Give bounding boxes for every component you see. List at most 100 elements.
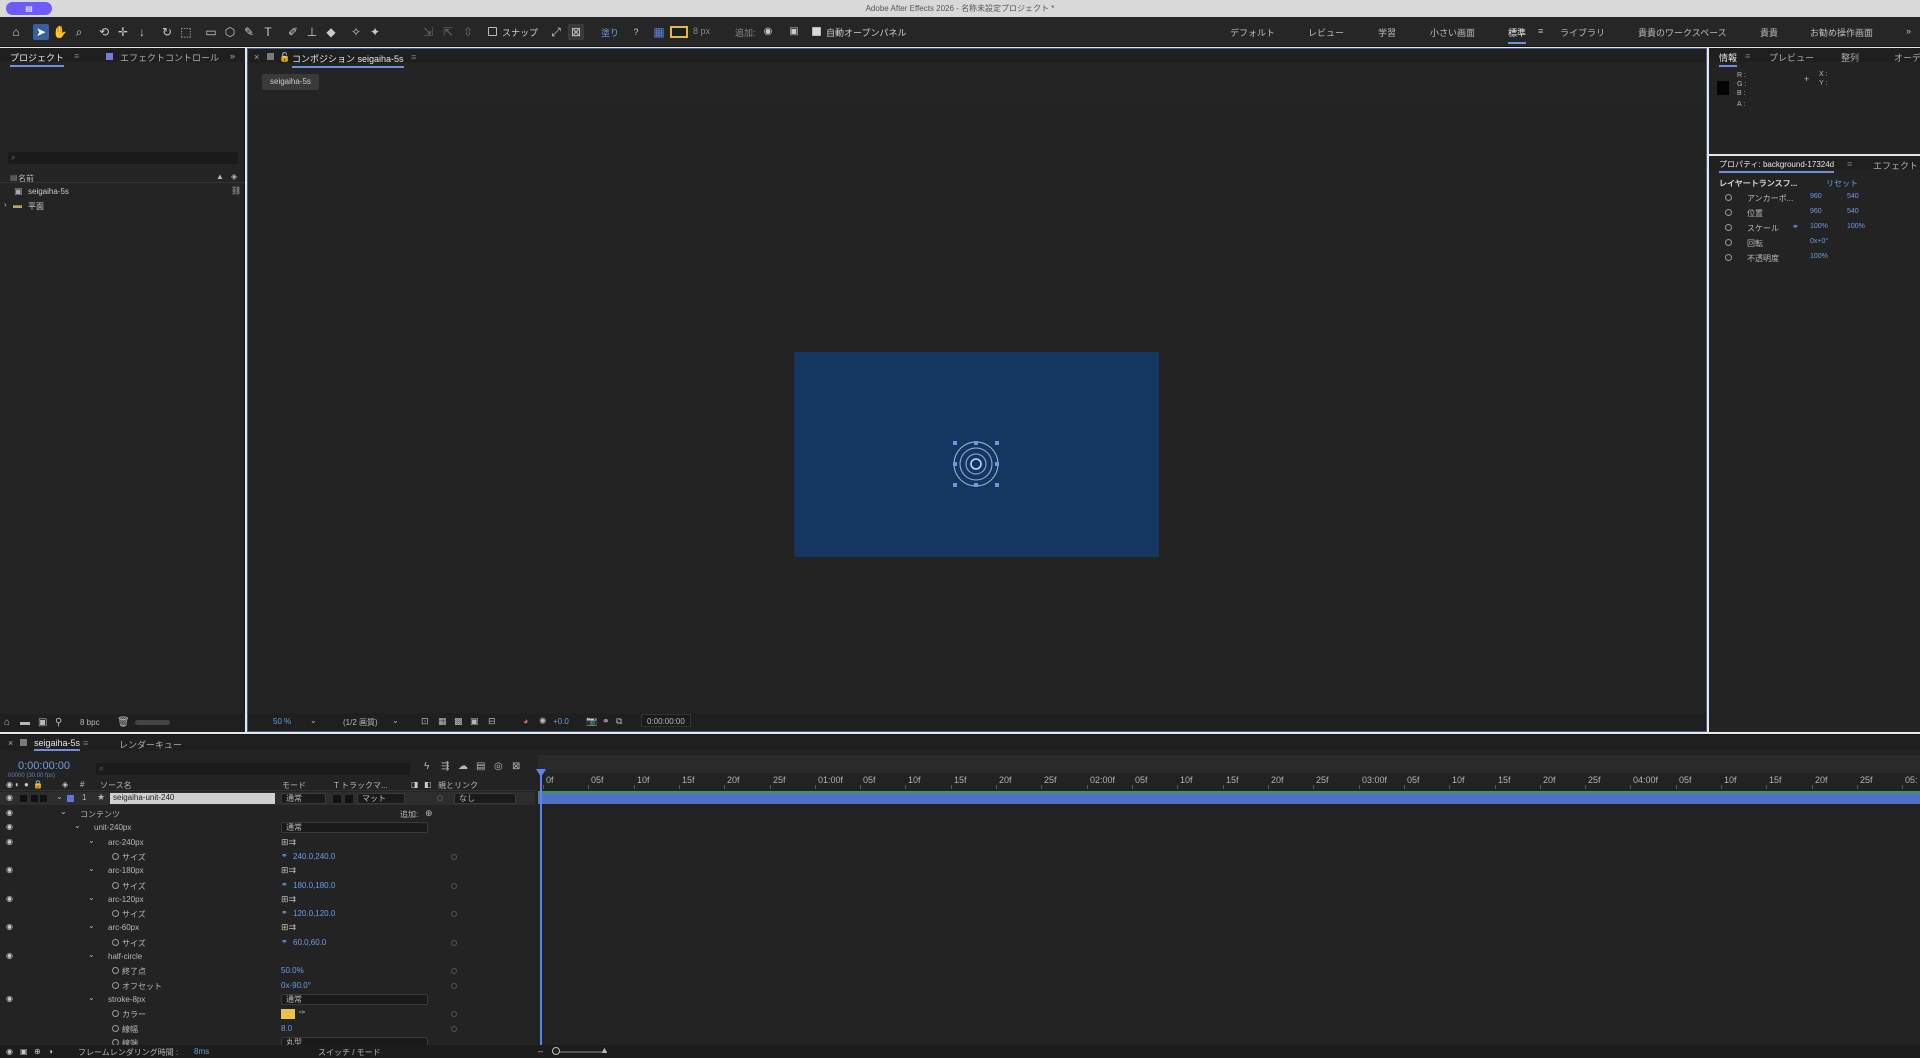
pen-tool-icon[interactable]: ✎ [241, 24, 257, 40]
solo-toggle[interactable] [31, 795, 38, 802]
transparency-grid-icon[interactable]: ▦ [438, 716, 447, 727]
stopwatch-icon[interactable] [1725, 209, 1732, 216]
pick-whip-icon[interactable] [451, 940, 457, 946]
eye-icon[interactable]: ◉ [6, 894, 13, 903]
align-z-icon[interactable]: ⇳ [460, 24, 476, 40]
render-icon[interactable]: ◉ [6, 1047, 13, 1056]
property-row[interactable]: ◉ ⌄ arc-180px ⊞⇉ [0, 864, 535, 878]
layer-transform-heading[interactable]: レイヤートランスフ... [1719, 178, 1797, 189]
layer-duration-bar[interactable] [538, 791, 1920, 804]
pick-whip-icon[interactable] [437, 795, 443, 801]
tab-preview[interactable]: プレビュー [1769, 51, 1814, 64]
pan-camera-icon[interactable]: ✛ [115, 24, 131, 40]
col-track-matte[interactable]: T トラックマ... [334, 780, 388, 791]
stopwatch-icon[interactable] [1725, 224, 1732, 231]
link-icon[interactable]: ⚭ [281, 880, 288, 889]
comp-viewer[interactable] [248, 97, 1706, 713]
home-icon[interactable]: ⌂ [8, 24, 24, 40]
workspace-overflow-icon[interactable]: » [1906, 26, 1911, 36]
stroke-color-swatch[interactable] [670, 26, 688, 38]
workspace-learn[interactable]: 学習 [1378, 26, 1396, 39]
tab-align[interactable]: 整列 [1841, 51, 1859, 64]
pan-behind-icon[interactable]: ⬚ [178, 24, 194, 40]
tab-info[interactable]: 情報 [1719, 51, 1738, 67]
shape-3d-icon[interactable]: ⬡ [222, 24, 238, 40]
tab-audio[interactable]: オーデ [1894, 51, 1920, 64]
pick-whip-icon[interactable] [451, 854, 457, 860]
tab-timeline-comp[interactable]: seigaiha-5s [34, 738, 81, 751]
frame-blending-icon[interactable]: ▤ [476, 761, 485, 772]
puppet-pin-icon[interactable]: ✦ [367, 24, 383, 40]
zoom-tool-icon[interactable]: ⌕ [71, 24, 87, 40]
property-row[interactable]: サイズ ⚭ 180.0,180.0 [0, 879, 535, 893]
chevron-down-icon[interactable]: ⌄ [88, 993, 95, 1002]
property-value[interactable]: 540 [1847, 193, 1859, 200]
pick-whip-icon[interactable] [451, 911, 457, 917]
zoom-out-icon[interactable]: – [538, 1046, 543, 1056]
pick-whip-icon[interactable] [451, 883, 457, 889]
clone-stamp-icon[interactable]: ⊥ [304, 24, 320, 40]
workspace-standard[interactable]: 標準 [1508, 26, 1527, 44]
tab-menu-icon[interactable]: ≡ [1745, 51, 1750, 61]
trash-icon[interactable]: 🗑 [117, 717, 130, 728]
add-property-icon[interactable]: ⊕ [425, 808, 433, 819]
property-row[interactable]: ◉ ⌄ arc-240px ⊞⇉ [0, 836, 535, 850]
zoom-in-icon[interactable]: ▲ [600, 1045, 609, 1055]
parent-select[interactable]: なし [454, 793, 516, 804]
link-icon[interactable]: ⚭ [281, 908, 288, 917]
sort-up-icon[interactable]: ▲ [216, 172, 224, 181]
chevron-down-icon[interactable]: ⌄ [88, 864, 95, 873]
fast-preview-icon[interactable]: ⧉ [616, 716, 622, 727]
exposure-value[interactable]: +0.0 [553, 717, 569, 726]
list-item[interactable]: › ▬ 平面 [0, 200, 245, 213]
property-value[interactable]: 100% [1810, 253, 1828, 260]
workspace-libraries[interactable]: ライブラリ [1560, 26, 1605, 39]
col-parent-link[interactable]: 親とリンク [438, 780, 478, 791]
auto-open-panel-checkbox[interactable] [812, 27, 821, 36]
chevron-down-icon[interactable]: ⌄ [56, 792, 63, 801]
tag-icon[interactable]: ◈ [231, 172, 237, 181]
views-icon[interactable]: ⊟ [488, 716, 496, 727]
property-value[interactable]: 60.0,60.0 [293, 938, 326, 947]
project-search-input[interactable]: ⌕ [8, 152, 238, 164]
resolution-select[interactable]: (1/2 画質) [343, 717, 378, 728]
bpc-label[interactable]: 8 bpc [80, 718, 100, 727]
matte-source-toggle[interactable] [345, 795, 353, 803]
stopwatch-icon[interactable] [1725, 239, 1732, 246]
tab-properties[interactable]: プロパティ: background-17324d [1719, 159, 1835, 173]
flowchart-icon[interactable]: ⛓ [231, 186, 241, 195]
stopwatch-icon[interactable] [112, 853, 119, 860]
layer-label-color[interactable] [67, 795, 74, 802]
region-of-interest-icon[interactable]: ⊡ [421, 716, 429, 727]
tab-render-queue[interactable]: レンダーキュー [119, 738, 182, 751]
property-value[interactable]: 180.0,180.0 [293, 881, 335, 890]
chevron-down-icon[interactable]: ⌄ [88, 921, 95, 930]
hide-shy-icon[interactable]: ☁ [458, 761, 468, 772]
new-comp-icon[interactable]: ▣ [38, 717, 47, 728]
lock-toggle[interactable] [40, 795, 47, 802]
layer-number-icon[interactable]: # [80, 780, 84, 789]
property-row[interactable]: 終了点 50.0% [0, 964, 535, 978]
blend-mode-select[interactable]: 通常 [281, 994, 428, 1005]
link-icon[interactable]: ⚭ [281, 937, 288, 946]
modes-toggle-icon[interactable]: ⊕ [34, 1047, 41, 1056]
eyedropper-icon[interactable]: ✑ [299, 1008, 306, 1017]
align-y-icon[interactable]: ⇱ [440, 24, 456, 40]
stopwatch-icon[interactable] [112, 982, 119, 989]
tab-menu-icon[interactable]: ≡ [83, 738, 88, 748]
selection-tool-icon[interactable]: ➤ [33, 24, 49, 40]
eye-icon[interactable]: ◉ [6, 865, 13, 874]
layer-row[interactable]: ◉ ⌄ 1 ★ seigaiha-unit-240 通常 マット なし [0, 792, 535, 805]
zoom-select[interactable]: 50 % [273, 717, 291, 726]
property-value[interactable]: 540 [1847, 208, 1859, 215]
snap-feature-icon[interactable]: ⊠ [568, 24, 584, 40]
audio-toggle[interactable] [20, 795, 27, 802]
workspace-default[interactable]: デフォルト [1230, 26, 1275, 39]
pick-whip-icon[interactable] [451, 983, 457, 989]
snapshot-icon[interactable]: 📷 [586, 716, 597, 727]
property-row[interactable]: サイズ ⚭ 60.0,60.0 [0, 936, 535, 950]
graph-editor-icon[interactable]: ⊠ [512, 761, 520, 772]
layout-icon[interactable]: ▣ [786, 24, 802, 40]
property-value[interactable]: 240.0,240.0 [293, 852, 335, 861]
property-row[interactable]: ◉ ⌄ arc-120px ⊞⇉ [0, 893, 535, 907]
